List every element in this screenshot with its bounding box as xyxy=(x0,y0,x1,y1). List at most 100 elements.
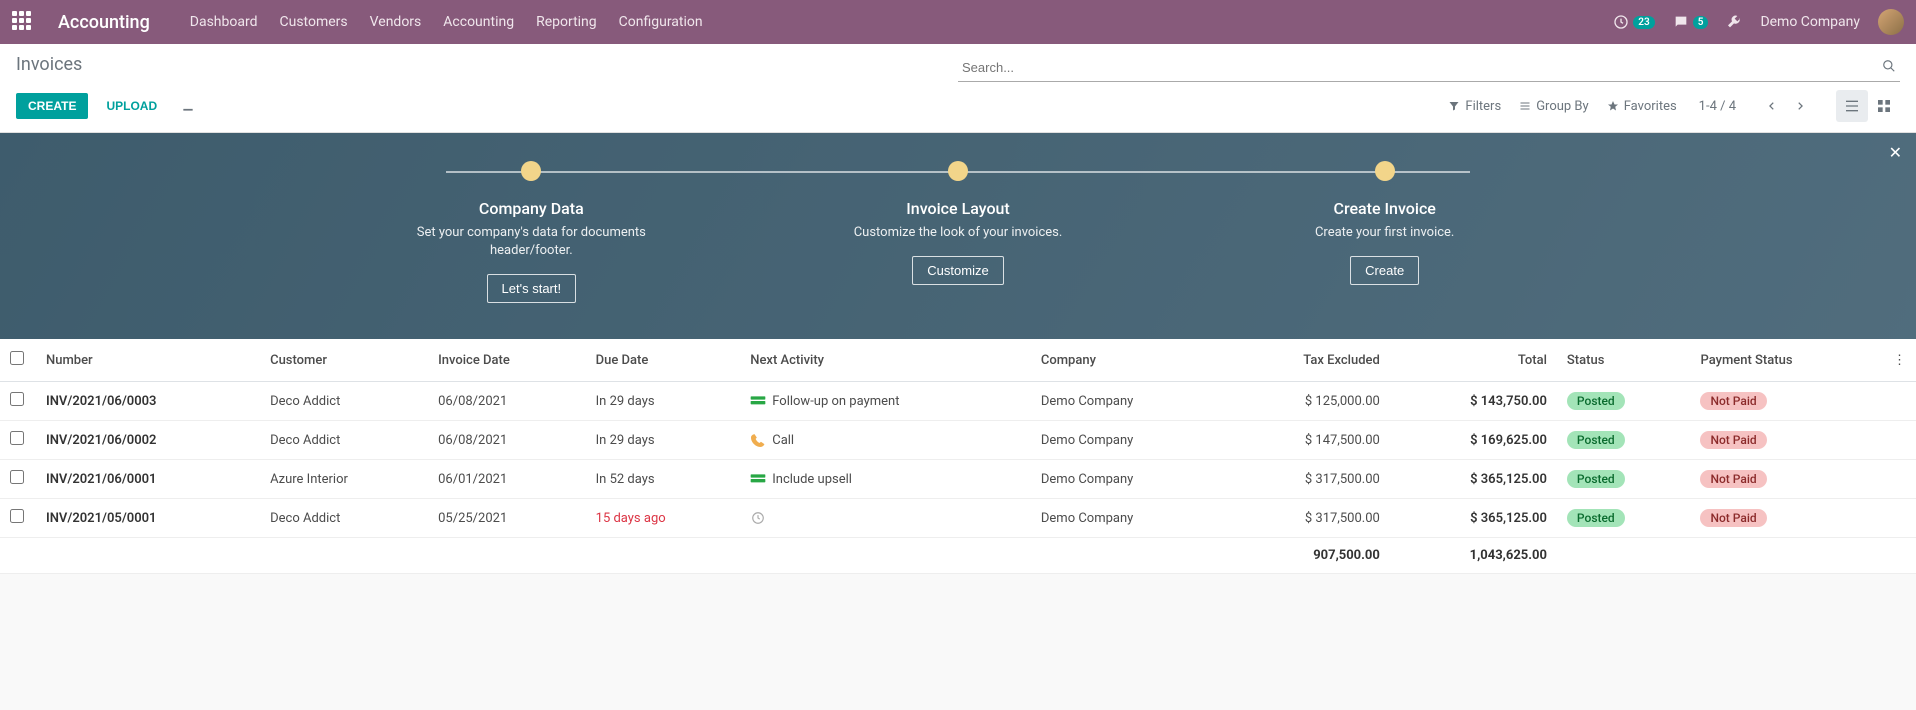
apps-icon[interactable] xyxy=(12,11,34,33)
cell-total: $ 365,125.00 xyxy=(1390,460,1557,499)
debug-tray[interactable] xyxy=(1726,14,1742,30)
pager-next[interactable] xyxy=(1786,92,1814,120)
col-total[interactable]: Total xyxy=(1390,339,1557,382)
cell-total: $ 365,125.00 xyxy=(1390,499,1557,538)
control-panel: Invoices CREATE UPLOAD Filters xyxy=(0,44,1916,133)
favorites-button[interactable]: Favorites xyxy=(1607,99,1677,114)
download-icon[interactable] xyxy=(181,99,195,114)
view-switcher xyxy=(1836,90,1900,122)
search-icon[interactable] xyxy=(1882,58,1896,73)
user-avatar[interactable] xyxy=(1878,9,1904,35)
cell-invoice-date: 06/08/2021 xyxy=(428,421,586,460)
cell-invoice-date: 05/25/2021 xyxy=(428,499,586,538)
cell-payment-status: Not Paid xyxy=(1690,460,1883,499)
cell-activity[interactable]: Follow-up on payment xyxy=(740,382,1031,421)
row-checkbox[interactable] xyxy=(10,431,24,445)
star-icon xyxy=(1607,100,1619,112)
pager-prev[interactable] xyxy=(1758,92,1786,120)
cell-activity[interactable]: Call xyxy=(740,421,1031,460)
cell-number: INV/2021/05/0001 xyxy=(36,499,260,538)
nav-reporting[interactable]: Reporting xyxy=(536,14,597,30)
search-wrap xyxy=(958,54,1900,82)
onb-button-customize[interactable]: Customize xyxy=(912,256,1003,285)
cell-due-date: 15 days ago xyxy=(586,499,741,538)
groupby-label: Group By xyxy=(1536,99,1589,114)
col-next-activity[interactable]: Next Activity xyxy=(740,339,1031,382)
select-all-checkbox[interactable] xyxy=(10,351,24,365)
cell-company: Demo Company xyxy=(1031,460,1224,499)
onb-title: Invoice Layout xyxy=(745,199,1172,218)
col-payment-status[interactable]: Payment Status xyxy=(1690,339,1883,382)
status-badge: Posted xyxy=(1567,509,1625,527)
activities-tray[interactable]: 23 xyxy=(1613,14,1654,30)
activity-icon xyxy=(750,511,766,526)
nav-customers[interactable]: Customers xyxy=(280,14,348,30)
onb-title: Create Invoice xyxy=(1171,199,1598,218)
filter-icon xyxy=(1448,100,1460,112)
col-options[interactable]: ⋮ xyxy=(1883,339,1916,382)
filters-button[interactable]: Filters xyxy=(1448,99,1501,114)
kanban-view-button[interactable] xyxy=(1868,90,1900,122)
cell-number: INV/2021/06/0001 xyxy=(36,460,260,499)
company-selector[interactable]: Demo Company xyxy=(1760,14,1860,30)
upload-button[interactable]: UPLOAD xyxy=(94,93,169,119)
pager-text[interactable]: 1-4 / 4 xyxy=(1699,99,1736,114)
cell-total: $ 143,750.00 xyxy=(1390,382,1557,421)
topbar: Accounting Dashboard Customers Vendors A… xyxy=(0,0,1916,44)
activity-icon xyxy=(750,394,766,409)
cell-tax-excluded: $ 147,500.00 xyxy=(1224,421,1390,460)
payment-status-badge: Not Paid xyxy=(1700,431,1766,449)
topbar-right: 23 5 Demo Company xyxy=(1613,9,1904,35)
footer-total: 1,043,625.00 xyxy=(1390,538,1557,574)
col-due-date[interactable]: Due Date xyxy=(586,339,741,382)
onb-button-create[interactable]: Create xyxy=(1350,256,1419,285)
onb-desc: Customize the look of your invoices. xyxy=(828,224,1088,242)
step-dot-icon xyxy=(948,161,968,181)
cell-company: Demo Company xyxy=(1031,382,1224,421)
nav-links: Dashboard Customers Vendors Accounting R… xyxy=(190,14,703,30)
cell-number: INV/2021/06/0003 xyxy=(36,382,260,421)
chat-icon xyxy=(1673,14,1689,30)
create-button[interactable]: CREATE xyxy=(16,93,88,119)
onb-button-start[interactable]: Let's start! xyxy=(487,274,577,303)
table-row[interactable]: INV/2021/06/0003 Deco Addict 06/08/2021 … xyxy=(0,382,1916,421)
col-number[interactable]: Number xyxy=(36,339,260,382)
col-tax-excluded[interactable]: Tax Excluded xyxy=(1224,339,1390,382)
cp-left: CREATE UPLOAD xyxy=(16,93,195,119)
groupby-button[interactable]: Group By xyxy=(1519,99,1589,114)
onboarding-banner: ✕ Company Data Set your company's data f… xyxy=(0,133,1916,339)
cell-status: Posted xyxy=(1557,421,1691,460)
invoice-table: Number Customer Invoice Date Due Date Ne… xyxy=(0,339,1916,574)
table-footer-row: 907,500.00 1,043,625.00 xyxy=(0,538,1916,574)
cell-due-date: In 29 days xyxy=(586,421,741,460)
col-company[interactable]: Company xyxy=(1031,339,1224,382)
col-status[interactable]: Status xyxy=(1557,339,1691,382)
cell-activity[interactable] xyxy=(740,499,1031,538)
row-checkbox[interactable] xyxy=(10,509,24,523)
col-invoice-date[interactable]: Invoice Date xyxy=(428,339,586,382)
cell-customer: Azure Interior xyxy=(260,460,428,499)
nav-configuration[interactable]: Configuration xyxy=(619,14,703,30)
table-row[interactable]: INV/2021/05/0001 Deco Addict 05/25/2021 … xyxy=(0,499,1916,538)
table-row[interactable]: INV/2021/06/0001 Azure Interior 06/01/20… xyxy=(0,460,1916,499)
onboarding-close[interactable]: ✕ xyxy=(1889,143,1902,162)
brand-title[interactable]: Accounting xyxy=(58,12,150,33)
row-checkbox[interactable] xyxy=(10,470,24,484)
footer-tax-excluded: 907,500.00 xyxy=(1224,538,1390,574)
kanban-view-icon xyxy=(1876,98,1892,114)
search-input[interactable] xyxy=(958,54,1900,82)
col-customer[interactable]: Customer xyxy=(260,339,428,382)
nav-dashboard[interactable]: Dashboard xyxy=(190,14,258,30)
nav-vendors[interactable]: Vendors xyxy=(370,14,422,30)
pager-buttons xyxy=(1758,92,1814,120)
nav-accounting[interactable]: Accounting xyxy=(443,14,514,30)
table-row[interactable]: INV/2021/06/0002 Deco Addict 06/08/2021 … xyxy=(0,421,1916,460)
cell-activity[interactable]: Include upsell xyxy=(740,460,1031,499)
search-options: Filters Group By Favorites xyxy=(1448,99,1676,114)
row-checkbox[interactable] xyxy=(10,392,24,406)
messages-tray[interactable]: 5 xyxy=(1673,14,1709,30)
cell-due-date: In 52 days xyxy=(586,460,741,499)
list-icon xyxy=(1519,100,1531,112)
chevron-left-icon xyxy=(1767,101,1777,111)
list-view-button[interactable] xyxy=(1836,90,1868,122)
